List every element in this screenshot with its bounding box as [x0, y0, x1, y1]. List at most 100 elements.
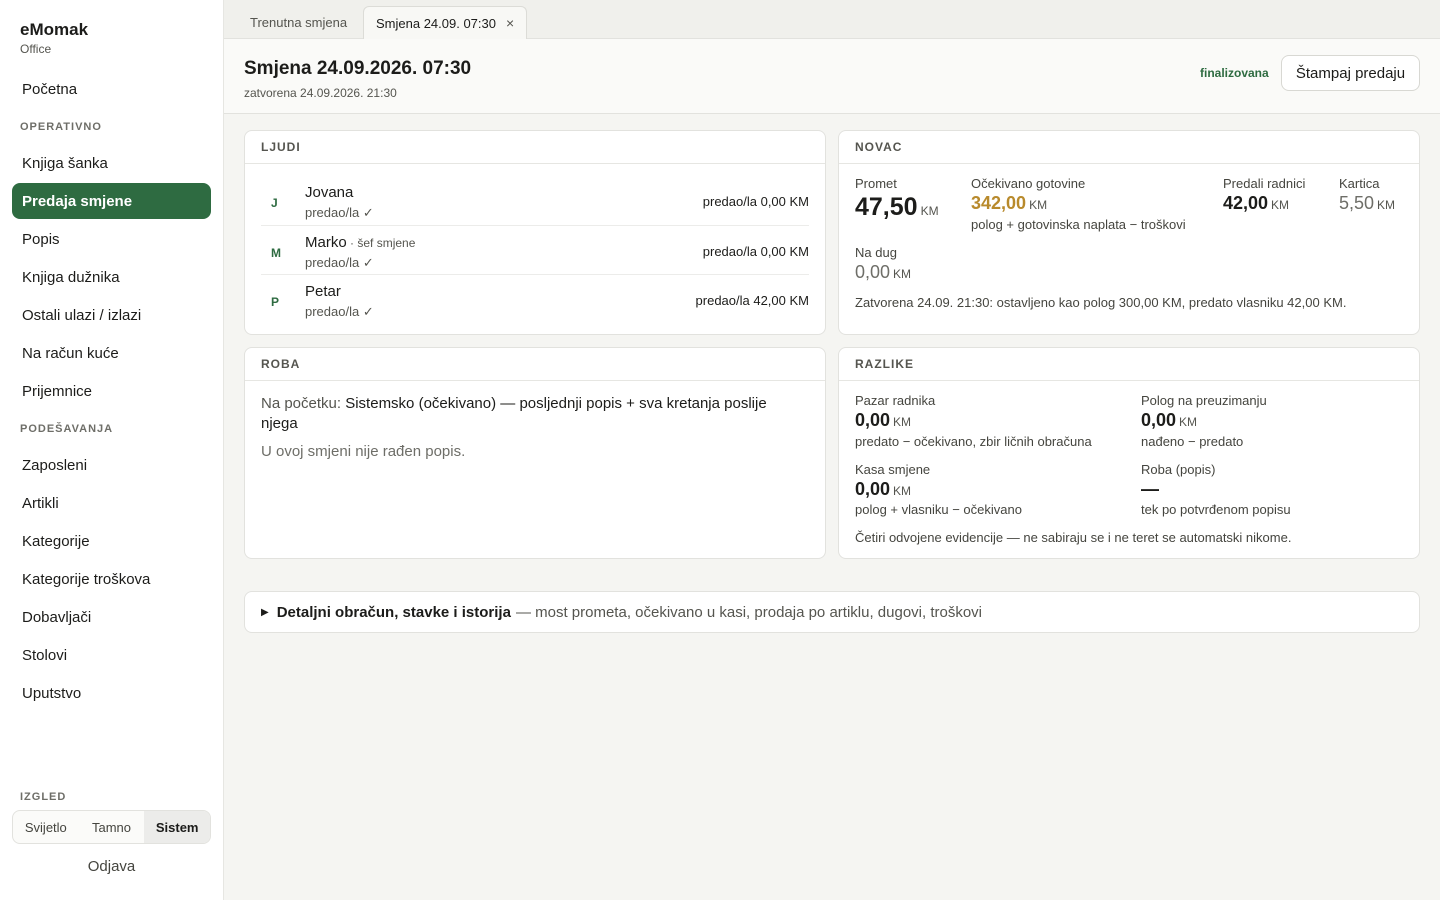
goods-inventory-label: Roba (popis): [1141, 462, 1216, 477]
theme-switcher: Svijetlo Tamno Sistem: [12, 810, 211, 844]
turnover-label: Promet: [855, 176, 897, 191]
goods-card: ROBA Na početku: Sistemsko (očekivano) —…: [244, 347, 826, 559]
currency-unit: KM: [1179, 415, 1198, 429]
details-title: Detaljni obračun, stavke i istorija: [276, 603, 511, 621]
sidebar-item-dobavljaci[interactable]: Dobavljači: [12, 599, 211, 635]
sidebar-item-na-racun-kuce[interactable]: Na račun kuće: [12, 335, 211, 371]
person-name: Marko · šef smjene: [305, 234, 415, 251]
worker-revenue-note: predato − očekivano, zbir ličnih obračun…: [855, 434, 1092, 449]
expected-cash-value: 342,00 KM: [971, 193, 1047, 214]
goods-start-label: Na početku:: [261, 395, 346, 412]
avatar: J: [271, 196, 278, 210]
differences-card: RAZLIKE Pazar radnika 0,00 KM predato − o…: [838, 347, 1420, 559]
page-subtitle: zatvorena 24.09.2026. 21:30: [244, 86, 397, 100]
person-row: P Petar predao/la ✓ predao/la 42,00 KM: [261, 274, 809, 323]
shift-register-note: polog + vlasniku − očekivano: [855, 502, 1022, 517]
people-card: LJUDI J Jovana predao/la ✓ predao/la 0,0…: [244, 130, 826, 335]
debt-label: Na dug: [855, 245, 897, 260]
people-card-heading: LJUDI: [245, 131, 825, 164]
sidebar-item-prijemnice[interactable]: Prijemnice: [12, 373, 211, 409]
person-role: · šef smjene: [346, 236, 416, 250]
appearance-label: IZGLED: [20, 791, 67, 803]
person-name: Petar: [305, 283, 341, 300]
tab-bar: Trenutna smjena Smjena 24.09. 07:30 ×: [224, 0, 1440, 39]
handed-label: Predali radnici: [1223, 176, 1306, 191]
float-takeover-amount: 0,00: [1141, 410, 1177, 430]
goods-start-state: Na početku: Sistemsko (očekivano) — posl…: [261, 394, 801, 434]
shift-register-label: Kasa smjene: [855, 462, 931, 477]
details-disclosure[interactable]: ▶ Detaljni obračun, stavke i istorija — …: [244, 591, 1420, 633]
tab-current-shift-label: Trenutna smjena: [250, 15, 348, 30]
nav-section-operativno: OPERATIVNO: [20, 121, 102, 133]
person-status: predao/la ✓: [305, 205, 374, 220]
goods-inventory-note: tek po potvrđenom popisu: [1141, 502, 1291, 517]
status-badge: finalizovana: [1200, 66, 1269, 80]
debt-amount: 0,00: [855, 262, 891, 282]
sidebar-item-predaja-smjene[interactable]: Predaja smjene: [12, 183, 211, 219]
person-name-text: Marko: [305, 234, 347, 251]
sidebar-item-uputstvo[interactable]: Uputstvo: [12, 675, 211, 711]
sidebar-item-zaposleni[interactable]: Zaposleni: [12, 447, 211, 483]
brand-subtitle: Office: [20, 42, 52, 56]
expected-cash-note: polog + gotovinska naplata − troškovi: [971, 217, 1186, 232]
currency-unit: KM: [893, 484, 912, 498]
tab-shift-24-09[interactable]: Smjena 24.09. 07:30 ×: [363, 6, 528, 39]
print-handover-button[interactable]: Štampaj predaju: [1281, 55, 1420, 91]
sidebar-item-stolovi[interactable]: Stolovi: [12, 637, 211, 673]
differences-card-heading: RAZLIKE: [839, 348, 1419, 381]
card-payment-label: Kartica: [1339, 176, 1380, 191]
sidebar-item-kategorije[interactable]: Kategorije: [12, 523, 211, 559]
worker-revenue-amount: 0,00: [855, 410, 891, 430]
goods-card-heading: ROBA: [245, 348, 825, 381]
currency-unit: KM: [1377, 198, 1396, 212]
page-title: Smjena 24.09.2026. 07:30: [244, 58, 472, 79]
money-summary: Zatvorena 24.09. 21:30: ostavljeno kao p…: [855, 295, 1347, 310]
sidebar: eMomak Office Početna OPERATIVNO Knjiga …: [0, 0, 224, 900]
float-takeover-label: Polog na preuzimanju: [1141, 393, 1267, 408]
sidebar-item-pocetna[interactable]: Početna: [12, 71, 211, 107]
sidebar-item-ostali-ulazi-izlazi[interactable]: Ostali ulazi / izlazi: [12, 297, 211, 333]
currency-unit: KM: [1271, 198, 1290, 212]
nav-section-podesavanja: PODEŠAVANJA: [20, 423, 114, 435]
person-row: J Jovana predao/la ✓ predao/la 0,00 KM: [261, 176, 809, 225]
logout-button[interactable]: Odjava: [12, 858, 211, 875]
sidebar-item-kategorije-troskova[interactable]: Kategorije troškova: [12, 561, 211, 597]
money-card-heading: NOVAC: [839, 131, 1419, 164]
float-takeover-value: 0,00 KM: [1141, 410, 1197, 431]
sidebar-item-knjiga-sanka[interactable]: Knjiga šanka: [12, 145, 211, 181]
shift-register-amount: 0,00: [855, 479, 891, 499]
person-amount: predao/la 0,00 KM: [702, 194, 809, 209]
page-header: Smjena 24.09.2026. 07:30 zatvorena 24.09…: [224, 39, 1440, 114]
float-takeover-note: nađeno − predato: [1141, 434, 1244, 449]
person-amount: predao/la 0,00 KM: [702, 244, 809, 259]
avatar: M: [271, 246, 281, 260]
sidebar-nav: Početna OPERATIVNO Knjiga šanka Predaja …: [12, 71, 211, 713]
expand-triangle-icon: ▶: [261, 606, 269, 618]
theme-option-light[interactable]: Svijetlo: [13, 811, 79, 843]
theme-option-dark[interactable]: Tamno: [79, 811, 145, 843]
differences-footer: Četiri odvojene evidencije — ne sabiraju…: [855, 530, 1292, 545]
close-icon[interactable]: ×: [506, 15, 514, 31]
person-status: predao/la ✓: [305, 304, 374, 319]
sidebar-item-knjiga-duznika[interactable]: Knjiga dužnika: [12, 259, 211, 295]
currency-unit: KM: [893, 267, 912, 281]
person-row: M Marko · šef smjene predao/la ✓ predao/…: [261, 225, 809, 274]
sidebar-item-artikli[interactable]: Artikli: [12, 485, 211, 521]
tab-shift-label: Smjena 24.09. 07:30: [376, 15, 496, 31]
tab-current-shift[interactable]: Trenutna smjena: [238, 6, 359, 39]
expected-cash-amount: 342,00: [971, 193, 1027, 213]
handed-amount: 42,00: [1223, 193, 1269, 213]
money-card: NOVAC Promet 47,50 KM Očekivano gotovine …: [838, 130, 1420, 335]
currency-unit: KM: [1029, 198, 1048, 212]
turnover-value: 47,50 KM: [855, 193, 939, 222]
goods-empty-message: U ovoj smjeni nije rađen popis.: [261, 443, 466, 460]
person-status: predao/la ✓: [305, 255, 374, 270]
theme-option-system[interactable]: Sistem: [144, 811, 210, 843]
worker-revenue-value: 0,00 KM: [855, 410, 911, 431]
handed-value: 42,00 KM: [1223, 193, 1289, 214]
details-subtitle: — most prometa, očekivano u kasi, prodaj…: [515, 603, 983, 621]
person-name-text: Petar: [305, 283, 341, 300]
sidebar-item-popis[interactable]: Popis: [12, 221, 211, 257]
goods-inventory-value: —: [1141, 479, 1159, 499]
currency-unit: KM: [893, 415, 912, 429]
